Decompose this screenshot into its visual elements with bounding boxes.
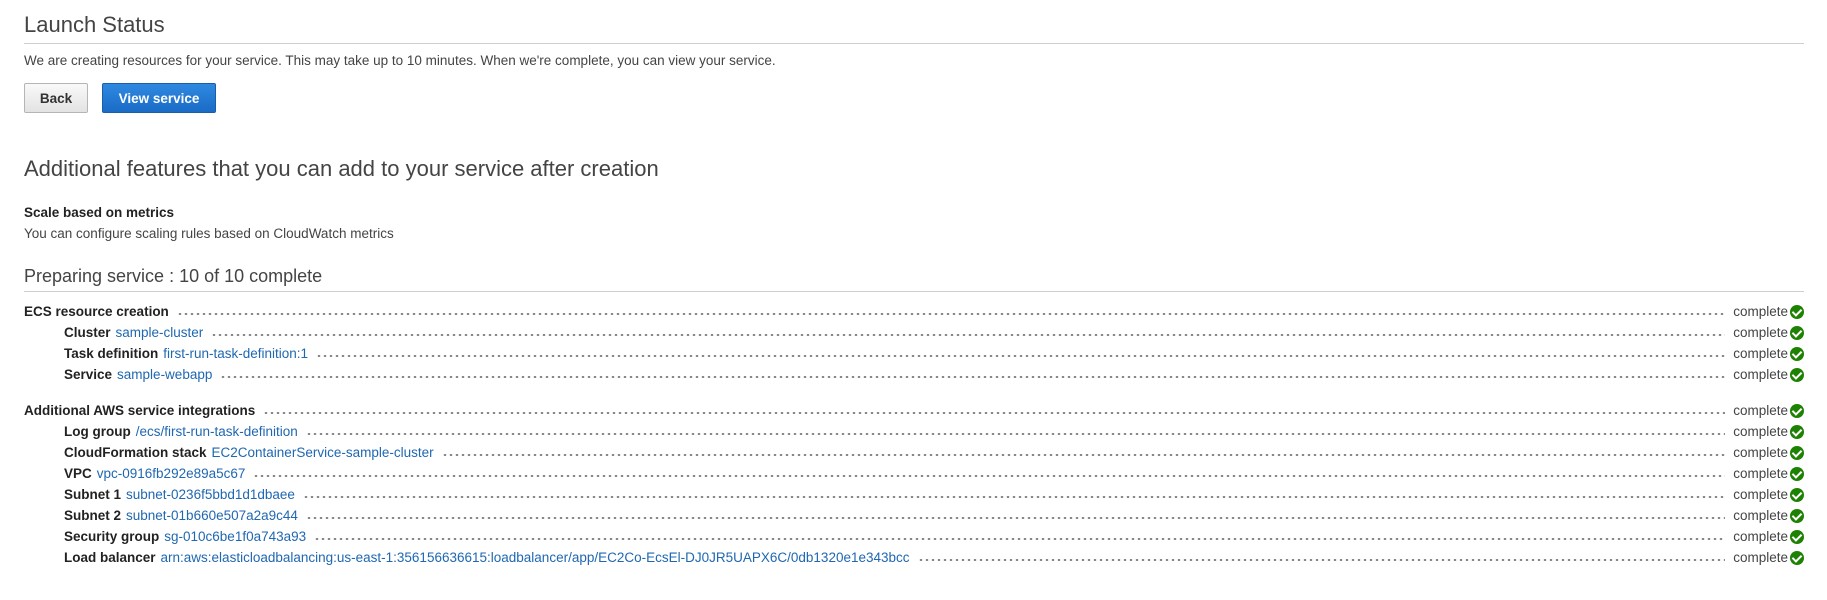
row-status: complete bbox=[1733, 550, 1788, 565]
dot-leader bbox=[220, 375, 1726, 378]
subnet-1-link[interactable]: subnet-0236f5bbd1d1dbaee bbox=[126, 484, 295, 505]
row-status: complete bbox=[1733, 424, 1788, 439]
service-link[interactable]: sample-webapp bbox=[117, 364, 212, 385]
progress-row-subnet-2: Subnet 2 subnet-01b660e507a2a9c44 comple… bbox=[24, 505, 1804, 526]
row-status: complete bbox=[1733, 325, 1788, 340]
row-label: Cluster bbox=[64, 325, 111, 340]
view-service-button[interactable]: View service bbox=[102, 83, 216, 113]
check-circle-icon bbox=[1790, 550, 1804, 565]
title-divider bbox=[24, 43, 1804, 44]
row-label: Subnet 2 bbox=[64, 508, 122, 523]
dot-leader bbox=[314, 537, 1726, 540]
row-label: Load balancer bbox=[64, 550, 156, 565]
row-status: complete bbox=[1733, 487, 1788, 502]
subnet-2-link[interactable]: subnet-01b660e507a2a9c44 bbox=[126, 505, 298, 526]
log-group-link[interactable]: /ecs/first-run-task-definition bbox=[136, 421, 298, 442]
row-status: complete bbox=[1733, 466, 1788, 481]
check-circle-icon bbox=[1790, 424, 1804, 439]
cluster-link[interactable]: sample-cluster bbox=[116, 322, 204, 343]
check-circle-icon bbox=[1790, 403, 1804, 418]
dot-leader bbox=[263, 411, 1726, 414]
progress-row-additional-integrations: Additional AWS service integrations comp… bbox=[24, 400, 1804, 421]
dot-leader bbox=[917, 558, 1726, 561]
row-label: VPC bbox=[64, 466, 92, 481]
row-status: complete bbox=[1733, 346, 1788, 361]
progress-row-vpc: VPC vpc-0916fb292e89a5c67 complete bbox=[24, 463, 1804, 484]
row-status: complete bbox=[1733, 529, 1788, 544]
page-title: Launch Status bbox=[24, 12, 165, 37]
vpc-link[interactable]: vpc-0916fb292e89a5c67 bbox=[97, 463, 246, 484]
scale-feature-description: You can configure scaling rules based on… bbox=[24, 226, 394, 241]
check-circle-icon bbox=[1790, 529, 1804, 544]
progress-list: ECS resource creation complete Cluster s… bbox=[24, 301, 1804, 568]
load-balancer-link[interactable]: arn:aws:elasticloadbalancing:us-east-1:3… bbox=[161, 547, 910, 568]
dot-leader bbox=[441, 453, 1726, 456]
progress-row-log-group: Log group /ecs/first-run-task-definition… bbox=[24, 421, 1804, 442]
check-circle-icon bbox=[1790, 466, 1804, 481]
row-label: ECS resource creation bbox=[24, 304, 169, 319]
check-circle-icon bbox=[1790, 346, 1804, 361]
row-status: complete bbox=[1733, 508, 1788, 523]
dot-leader bbox=[211, 333, 1726, 336]
task-definition-link[interactable]: first-run-task-definition:1 bbox=[163, 343, 308, 364]
dot-leader bbox=[253, 474, 1726, 477]
features-heading: Additional features that you can add to … bbox=[24, 156, 659, 181]
row-status: complete bbox=[1733, 367, 1788, 382]
row-label: Log group bbox=[64, 424, 131, 439]
row-label: Service bbox=[64, 367, 113, 382]
check-circle-icon bbox=[1790, 304, 1804, 319]
progress-row-load-balancer: Load balancer arn:aws:elasticloadbalanci… bbox=[24, 547, 1804, 568]
dot-leader bbox=[305, 516, 1726, 519]
check-circle-icon bbox=[1790, 367, 1804, 382]
row-label: Security group bbox=[64, 529, 160, 544]
progress-row-subnet-1: Subnet 1 subnet-0236f5bbd1d1dbaee comple… bbox=[24, 484, 1804, 505]
action-buttons: Back View service bbox=[24, 83, 1804, 115]
row-label: CloudFormation stack bbox=[64, 445, 207, 460]
row-status: complete bbox=[1733, 445, 1788, 460]
dot-leader bbox=[302, 495, 1726, 498]
progress-row-cluster: Cluster sample-cluster complete bbox=[24, 322, 1804, 343]
check-circle-icon bbox=[1790, 445, 1804, 460]
check-circle-icon bbox=[1790, 325, 1804, 340]
row-status: complete bbox=[1733, 403, 1788, 418]
cloudformation-stack-link[interactable]: EC2ContainerService-sample-cluster bbox=[212, 442, 434, 463]
progress-row-task-definition: Task definition first-run-task-definitio… bbox=[24, 343, 1804, 364]
dot-leader bbox=[305, 432, 1726, 435]
check-circle-icon bbox=[1790, 487, 1804, 502]
security-group-link[interactable]: sg-010c6be1f0a743a93 bbox=[164, 526, 306, 547]
launch-message: We are creating resources for your servi… bbox=[24, 53, 776, 68]
progress-row-security-group: Security group sg-010c6be1f0a743a93 comp… bbox=[24, 526, 1804, 547]
back-button[interactable]: Back bbox=[24, 83, 88, 113]
scale-feature-title: Scale based on metrics bbox=[24, 205, 175, 220]
dot-leader bbox=[316, 354, 1726, 357]
progress-row-cloudformation-stack: CloudFormation stack EC2ContainerService… bbox=[24, 442, 1804, 463]
row-label: Additional AWS service integrations bbox=[24, 403, 256, 418]
progress-row-ecs-resource-creation: ECS resource creation complete bbox=[24, 301, 1804, 322]
progress-heading: Preparing service : 10 of 10 complete bbox=[24, 265, 1804, 292]
check-circle-icon bbox=[1790, 508, 1804, 523]
row-label: Subnet 1 bbox=[64, 487, 122, 502]
row-label: Task definition bbox=[64, 346, 159, 361]
dot-leader bbox=[176, 312, 1726, 315]
launch-status-page: Launch Status We are creating resources … bbox=[24, 0, 1804, 565]
row-status: complete bbox=[1733, 304, 1788, 319]
progress-row-service: Service sample-webapp complete bbox=[24, 364, 1804, 385]
